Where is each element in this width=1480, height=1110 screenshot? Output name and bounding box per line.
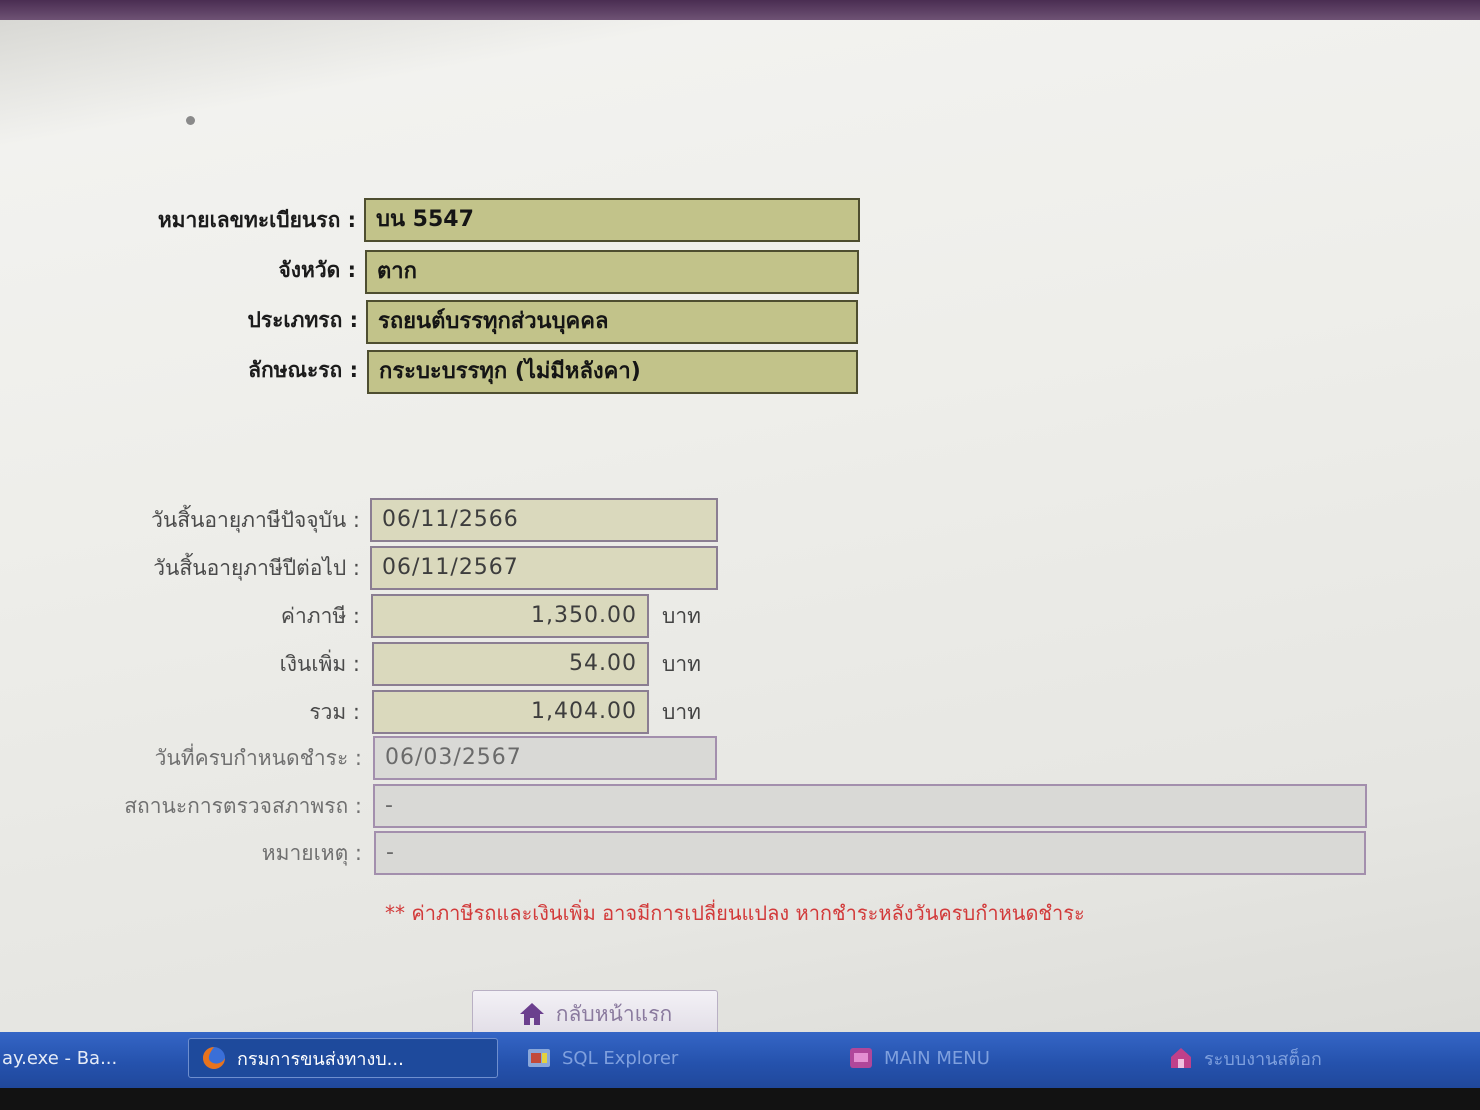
due-date-field: 06/03/2567	[373, 736, 717, 780]
taskbar-item-label: กรมการขนส่งทางบ...	[237, 1048, 404, 1070]
remark-label: หมายเหตุ :	[261, 841, 362, 865]
taskbar-item-console[interactable]: ay.exe - Ba...	[0, 1038, 176, 1078]
province-field: ตาก	[365, 250, 859, 294]
stock-icon	[1171, 1048, 1191, 1068]
decorative-dot	[186, 116, 195, 125]
taskbar-item-label: MAIN MENU	[884, 1047, 990, 1069]
vehicle-tax-page: หมายเลขทะเบียนรถ : บน 5547 จังหวัด : ตาก…	[0, 20, 1480, 1038]
surcharge-label: เงินเพิ่ม :	[279, 652, 360, 676]
vehicle-style-label: ลักษณะรถ :	[248, 358, 358, 382]
taskbar-item-stock[interactable]: ระบบงานสต็อก	[1156, 1038, 1456, 1078]
taskbar-item-browser[interactable]: กรมการขนส่งทางบ...	[188, 1038, 498, 1078]
taskbar-item-main-menu[interactable]: MAIN MENU	[836, 1038, 1136, 1078]
plate-field: บน 5547	[364, 198, 860, 242]
total-label: รวม :	[309, 700, 360, 724]
next-expiry-field: 06/11/2567	[370, 546, 718, 590]
vehicle-type-field: รถยนต์บรรทุกส่วนบุคคล	[366, 300, 858, 344]
province-label: จังหวัด :	[278, 258, 356, 282]
back-to-home-button[interactable]: กลับหน้าแรก	[472, 990, 718, 1038]
remark-field: -	[374, 831, 1366, 875]
current-expiry-field: 06/11/2566	[370, 498, 718, 542]
surcharge-unit: บาท	[662, 652, 701, 676]
back-to-home-label: กลับหน้าแรก	[555, 1001, 673, 1026]
screen-bottom-edge	[0, 1088, 1480, 1110]
fee-change-warning: ** ค่าภาษีรถและเงินเพิ่ม อาจมีการเปลี่ยน…	[385, 901, 1085, 925]
tax-amount-label: ค่าภาษี :	[280, 604, 360, 628]
tax-amount-field: 1,350.00	[371, 594, 649, 638]
taskbar-item-label: SQL Explorer	[562, 1047, 679, 1069]
app-icon	[850, 1048, 872, 1068]
vehicle-style-field: กระบะบรรทุก (ไม่มีหลังคา)	[367, 350, 858, 394]
inspection-status-field: -	[373, 784, 1367, 828]
window-top-bar	[0, 0, 1480, 20]
taskbar-item-label: ระบบงานสต็อก	[1204, 1048, 1322, 1070]
surcharge-field: 54.00	[372, 642, 649, 686]
sql-explorer-icon	[528, 1049, 550, 1067]
firefox-icon	[203, 1047, 225, 1069]
taskbar-item-label: ay.exe - Ba...	[2, 1047, 118, 1069]
vehicle-type-label: ประเภทรถ :	[247, 308, 358, 332]
total-unit: บาท	[662, 700, 701, 724]
home-icon	[519, 1003, 544, 1025]
taskbar-item-sql-explorer[interactable]: SQL Explorer	[514, 1038, 814, 1078]
due-date-label: วันที่ครบกำหนดชำระ :	[154, 746, 362, 770]
tax-amount-unit: บาท	[662, 604, 701, 628]
current-expiry-label: วันสิ้นอายุภาษีปัจจุบัน :	[151, 508, 360, 532]
total-field: 1,404.00	[372, 690, 649, 734]
next-expiry-label: วันสิ้นอายุภาษีปีต่อไป :	[153, 556, 360, 580]
plate-label: หมายเลขทะเบียนรถ :	[157, 208, 356, 232]
inspection-status-label: สถานะการตรวจสภาพรถ :	[124, 794, 362, 818]
